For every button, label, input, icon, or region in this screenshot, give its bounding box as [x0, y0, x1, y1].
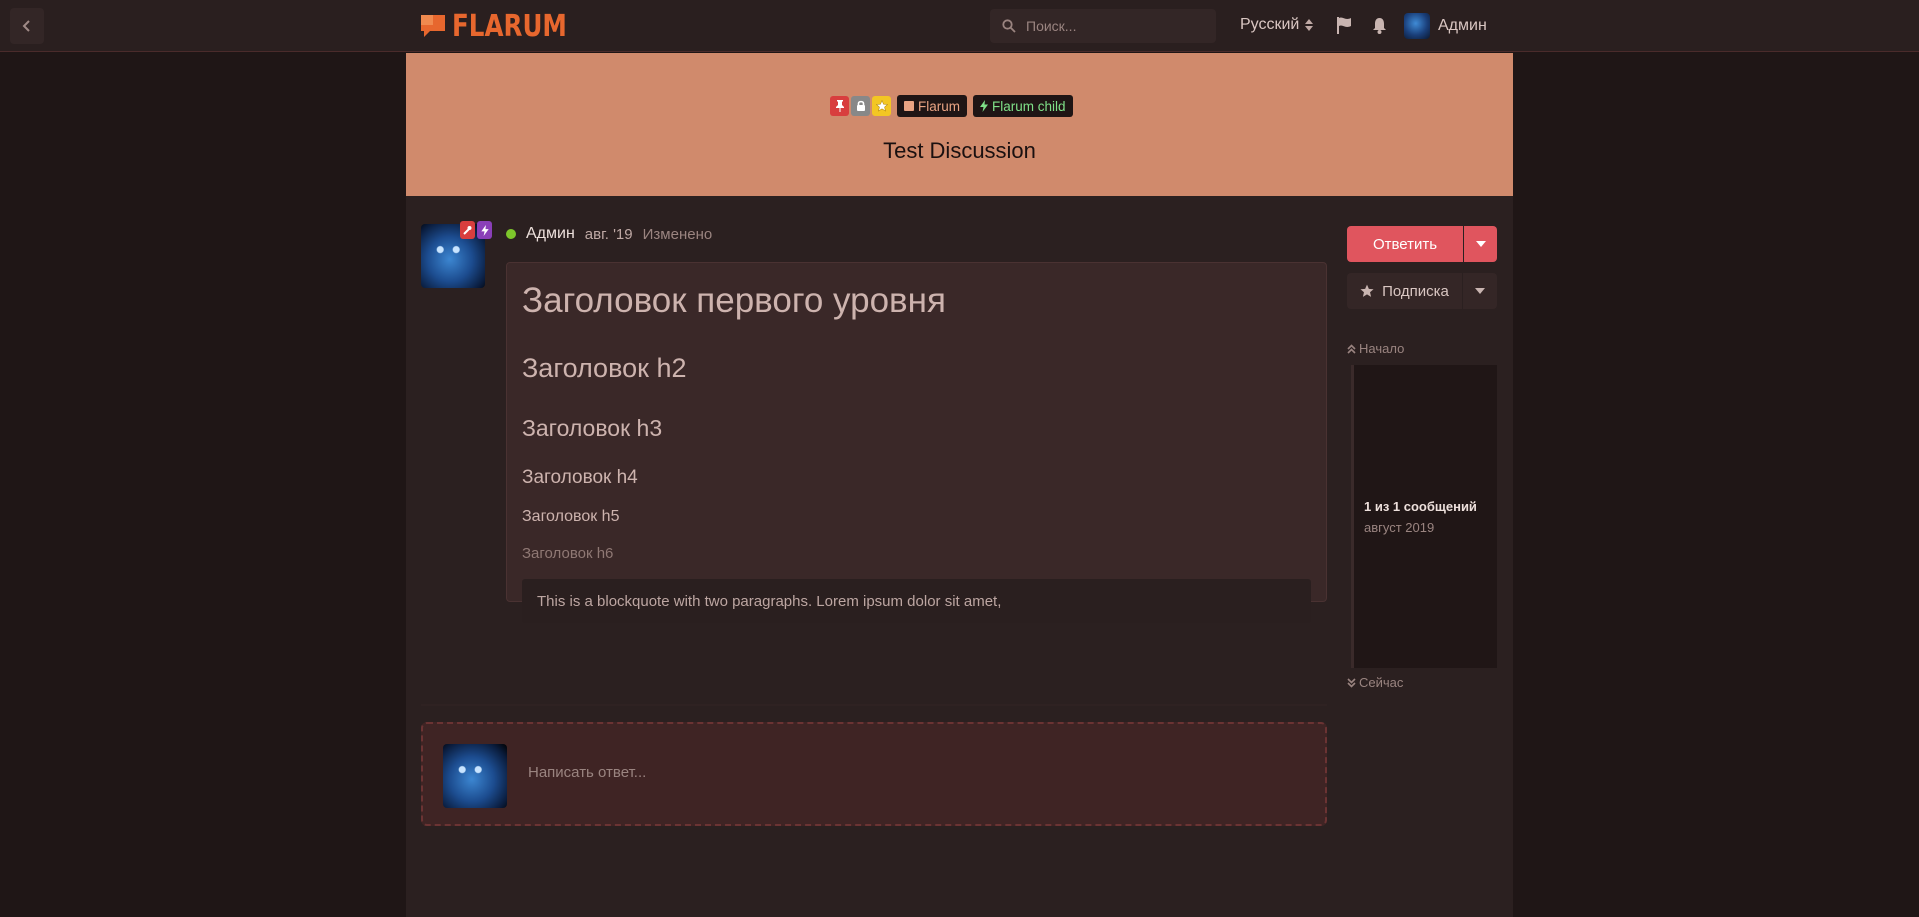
avatar: [443, 744, 507, 808]
heading-h4: Заголовок h4: [522, 467, 638, 488]
post-edited[interactable]: Изменено: [643, 226, 713, 243]
heading-h5: Заголовок h5: [522, 508, 620, 525]
language-selector[interactable]: Русский: [1240, 16, 1314, 34]
post-date[interactable]: авг. '19: [585, 226, 633, 243]
bolt-icon: [980, 100, 989, 112]
flarum-logo-icon: [421, 15, 445, 37]
post-body: Заголовок первого уровня Заголовок h2 За…: [506, 262, 1327, 623]
lock-icon: [856, 100, 865, 111]
search-icon: [1002, 19, 1016, 33]
chevron-left-icon: [22, 20, 30, 32]
search-input[interactable]: [1026, 18, 1186, 34]
star-icon: [875, 100, 888, 112]
avatar: [1404, 13, 1430, 39]
flag-icon: [1337, 17, 1351, 34]
scrubber-last-label: Сейчас: [1359, 675, 1404, 690]
online-indicator: [506, 229, 516, 239]
reply-button[interactable]: Ответить: [1347, 226, 1463, 262]
follow-button[interactable]: Подписка: [1347, 273, 1462, 309]
double-chevron-down-icon: [1347, 677, 1356, 688]
reply-button-label: Ответить: [1372, 235, 1438, 253]
notifications-button[interactable]: [1372, 17, 1387, 39]
heading-h6: Заголовок h6: [522, 545, 614, 562]
discussion-badges: Flarum Flarum child: [830, 95, 1073, 117]
reply-placeholder[interactable]: Написать ответ...: [421, 722, 1327, 826]
discussion-title: Test Discussion: [883, 138, 1036, 163]
post-author[interactable]: Админ: [526, 225, 575, 243]
scrubber-last[interactable]: Сейчас: [1347, 675, 1403, 690]
scrubber-count: 1 из 1 сообщений: [1364, 499, 1477, 514]
scrubber-first-label: Начало: [1359, 341, 1405, 356]
tag-label: Flarum: [918, 98, 961, 114]
search-box[interactable]: [990, 9, 1216, 43]
post-divider: [421, 704, 1327, 706]
logo-text: FLARUM: [452, 8, 567, 44]
heading-h1: Заголовок первого уровня: [522, 281, 946, 320]
sort-icon: [1305, 19, 1314, 31]
bell-icon: [1373, 18, 1386, 34]
discussion-page: Flarum Flarum child Test Discussion Адми…: [406, 53, 1513, 917]
scrubber-date: август 2019: [1364, 520, 1435, 535]
app-header: FLARUM Русский Админ: [0, 0, 1919, 52]
featured-badge: [872, 96, 891, 116]
post-meta: Админ авг. '19 Изменено: [506, 225, 712, 243]
reply-placeholder-text: Написать ответ...: [528, 764, 647, 781]
wrench-icon: [463, 226, 472, 235]
blockquote-text: This is a blockquote with two paragraphs…: [537, 592, 1002, 610]
user-badges: [460, 221, 492, 239]
flags-button[interactable]: [1336, 17, 1352, 39]
admin-badge: [460, 221, 475, 239]
tag-flarum[interactable]: Flarum: [897, 95, 968, 117]
bolt-icon: [480, 224, 489, 236]
caret-down-icon: [1475, 288, 1485, 294]
user-menu[interactable]: Админ: [1404, 13, 1487, 39]
follow-dropdown-button[interactable]: [1463, 273, 1497, 309]
mod-badge: [477, 221, 492, 239]
tag-color-icon: [904, 101, 914, 111]
double-chevron-up-icon: [1347, 343, 1356, 354]
follow-button-label: Подписка: [1382, 282, 1449, 300]
site-logo[interactable]: FLARUM: [420, 8, 592, 44]
tag-flarum-child[interactable]: Flarum child: [973, 95, 1073, 117]
scrubber-first[interactable]: Начало: [1347, 341, 1404, 356]
back-button[interactable]: [10, 8, 44, 44]
language-label: Русский: [1240, 16, 1300, 33]
sticky-badge: [830, 96, 849, 116]
locked-badge: [851, 96, 870, 116]
reply-dropdown-button[interactable]: [1464, 226, 1497, 262]
heading-h3: Заголовок h3: [522, 415, 663, 441]
star-icon: [1360, 284, 1374, 297]
caret-down-icon: [1475, 241, 1486, 247]
thumbtack-icon: [835, 100, 844, 112]
scrubber-handle[interactable]: 1 из 1 сообщений август 2019: [1364, 499, 1477, 535]
heading-h2: Заголовок h2: [522, 353, 687, 383]
discussion-hero: Flarum Flarum child Test Discussion: [406, 53, 1513, 196]
user-name: Админ: [1438, 17, 1487, 34]
tag-label: Flarum child: [992, 98, 1066, 114]
blockquote: This is a blockquote with two paragraphs…: [522, 579, 1311, 623]
